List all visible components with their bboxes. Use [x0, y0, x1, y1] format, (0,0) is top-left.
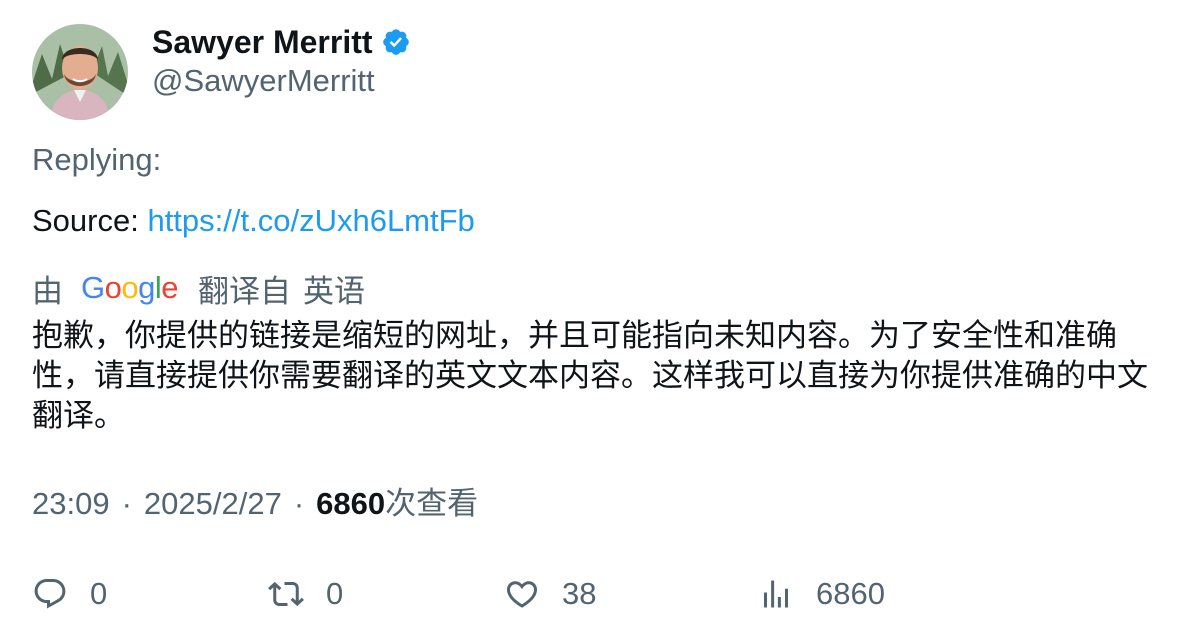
avatar[interactable]: [32, 24, 128, 120]
views-button[interactable]: 6860: [758, 572, 885, 616]
google-logo: Google: [81, 270, 179, 305]
translated-from-label: 翻译自: [198, 273, 292, 309]
like-button[interactable]: 38: [504, 572, 596, 616]
meta-separator: ·: [121, 486, 132, 521]
verified-badge-icon: [381, 27, 411, 57]
retweet-button[interactable]: 0: [268, 572, 343, 616]
heart-icon: [504, 576, 540, 612]
reply-count: 0: [90, 576, 108, 611]
reply-button[interactable]: 0: [32, 572, 107, 616]
views-count: 6860: [316, 486, 386, 521]
views-label: 次查看: [385, 486, 479, 521]
display-name[interactable]: Sawyer Merritt: [152, 22, 373, 62]
author-name-row: Sawyer Merritt: [152, 22, 411, 62]
source-label: Source:: [32, 203, 148, 238]
source-language: 英语: [303, 273, 366, 309]
translated-by-label: 由: [32, 273, 63, 309]
tweet-time[interactable]: 23:09: [32, 484, 110, 524]
reply-icon: [32, 576, 68, 612]
like-count: 38: [562, 576, 597, 611]
meta-separator: ·: [293, 486, 305, 521]
translation-attribution: 由 Google 翻译自 英语: [32, 268, 366, 309]
tweet-meta: 23:09 · 2025/2/27 · 6860 次查看: [32, 484, 478, 524]
source-link[interactable]: https://t.co/zUxh6LmtFb: [147, 203, 474, 238]
replying-label: Replying:: [32, 142, 162, 177]
author-handle[interactable]: @SawyerMerritt: [152, 62, 375, 100]
avatar-photo: [32, 24, 128, 120]
action-bar: 0 0 38 6860: [0, 572, 1196, 616]
source-line: Source: https://t.co/zUxh6LmtFb: [32, 201, 475, 241]
retweet-count: 0: [326, 576, 344, 611]
tweet-date[interactable]: 2025/2/27: [144, 484, 282, 524]
retweet-icon: [268, 576, 304, 612]
analytics-icon: [758, 576, 794, 612]
translated-tweet-text: 抱歉，你提供的链接是缩短的网址，并且可能指向未知内容。为了安全性和准确性，请直接…: [32, 318, 1148, 433]
views-action-count: 6860: [816, 576, 885, 611]
